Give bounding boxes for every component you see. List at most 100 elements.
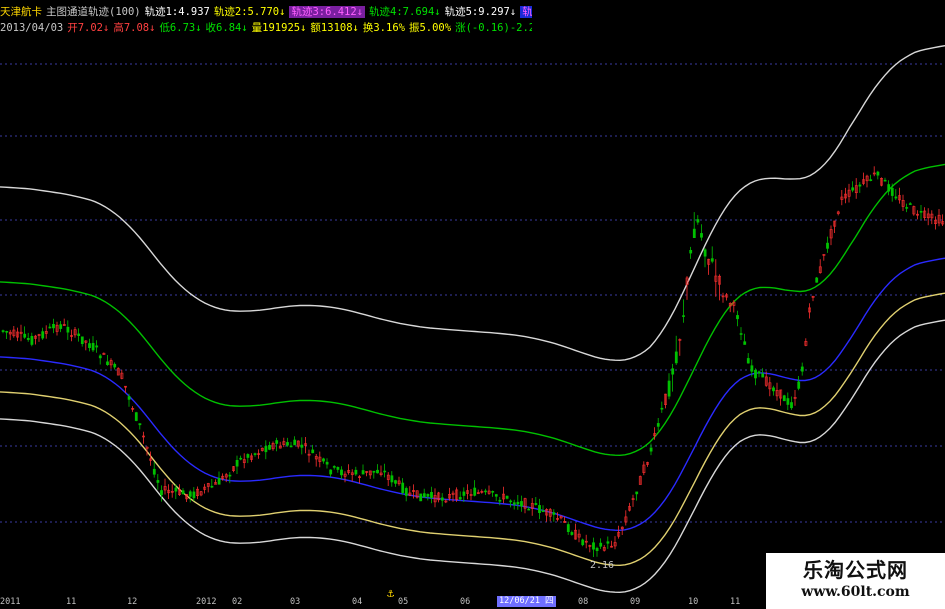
candle-153: [552, 509, 556, 522]
indicator-item-6: 轨迹5:9.297↓: [444, 6, 517, 18]
candle-45: [163, 478, 167, 495]
candle-63: [228, 472, 232, 484]
date-tick-13: 11: [730, 597, 741, 607]
candle-134: [484, 488, 487, 495]
candle-64: [232, 466, 235, 473]
ohlc-item-7: 换3.16%: [362, 22, 405, 34]
candle-4: [16, 327, 19, 342]
candle-112: [404, 486, 408, 502]
candle-245: [883, 177, 887, 182]
candle-127: [458, 491, 462, 501]
candle-11: [41, 327, 45, 340]
candle-59: [214, 479, 217, 485]
candle-255: [919, 205, 923, 220]
candle-173: [624, 510, 628, 526]
candle-58: [210, 479, 214, 489]
candle-139: [502, 486, 505, 504]
candle-225: [811, 295, 815, 302]
price-chart[interactable]: [0, 0, 945, 609]
candle-73: [264, 440, 268, 460]
candle-52: [188, 489, 192, 503]
candle-56: [203, 483, 207, 494]
candle-119: [430, 486, 433, 504]
candle-111: [401, 478, 405, 495]
candle-194: [700, 224, 703, 241]
date-tick-1: 11: [66, 597, 77, 607]
candle-129: [466, 484, 469, 500]
candle-41: [149, 451, 153, 466]
candle-246: [887, 180, 891, 196]
candle-170: [613, 536, 617, 550]
candle-118: [426, 493, 430, 501]
candle-188: [678, 338, 682, 356]
candle-237: [854, 178, 858, 199]
date-tick-0: 2011: [0, 597, 21, 607]
candle-152: [548, 508, 552, 522]
candle-228: [822, 254, 826, 261]
candle-128: [462, 487, 466, 502]
candle-199: [718, 274, 721, 301]
candle-105: [379, 465, 383, 477]
candle-137: [494, 493, 498, 502]
candle-205: [739, 327, 743, 340]
candle-90: [325, 458, 329, 469]
candle-145: [523, 497, 527, 514]
watermark-url: www.60lt.com: [801, 584, 910, 600]
date-tick-10: 08: [578, 597, 589, 607]
candle-221: [797, 376, 801, 391]
date-tick-3: 2012: [196, 597, 217, 607]
candle-31: [113, 362, 117, 370]
indicator-item-1: 主图通道轨迹(100): [46, 6, 141, 18]
candle-23: [84, 340, 88, 351]
candle-10: [37, 333, 41, 342]
candle-226: [815, 277, 819, 283]
candle-47: [170, 484, 174, 498]
watermark: 乐淘公式网 www.60lt.com: [766, 553, 945, 609]
candle-109: [394, 479, 397, 487]
candle-78: [282, 437, 286, 448]
candle-88: [318, 451, 322, 468]
candle-131: [473, 480, 477, 497]
date-tick-5: 03: [290, 597, 301, 607]
candle-250: [901, 194, 905, 211]
candle-42: [152, 462, 156, 478]
candle-144: [520, 495, 523, 512]
candle-70: [253, 452, 257, 457]
indicator-item-2: 轨迹1:4.937: [144, 6, 210, 18]
chart-grid: [0, 63, 945, 523]
candle-50: [181, 488, 185, 495]
candle-224: [808, 303, 811, 319]
date-tick-4: 02: [232, 597, 243, 607]
candle-233: [840, 190, 844, 206]
candle-80: [289, 441, 293, 448]
candle-165: [595, 546, 599, 557]
candle-76: [275, 437, 279, 452]
candle-171: [617, 525, 621, 539]
band-upper-outer: [0, 45, 945, 362]
candle-103: [372, 470, 376, 479]
ohlc-item-8: 振5.00%: [408, 22, 452, 34]
candle-192: [692, 212, 696, 239]
candle-161: [581, 538, 585, 547]
candle-101: [365, 471, 369, 477]
date-tick-8: 06: [460, 597, 471, 607]
candle-195: [703, 248, 707, 268]
candle-106: [383, 463, 387, 478]
candle-136: [491, 490, 495, 497]
indicator-item-0: 天津航卡: [0, 6, 42, 18]
candle-216: [779, 389, 783, 406]
candle-185: [667, 373, 671, 400]
candle-38: [138, 423, 142, 430]
candle-98: [354, 466, 358, 476]
candle-162: [584, 534, 588, 549]
candle-96: [347, 464, 351, 475]
candle-257: [926, 208, 930, 226]
candle-135: [487, 485, 491, 495]
candle-186: [671, 363, 675, 392]
candle-159: [574, 523, 577, 540]
candle-68: [246, 453, 250, 464]
candle-43: [156, 474, 160, 490]
candle-17: [62, 318, 66, 326]
indicator-header: 天津航卡 主图通道轨迹(100) 轨迹1:4.937 轨迹2:5.770↓ 轨迹3:6.…: [0, 4, 532, 20]
band-lower-yellow: [0, 292, 945, 567]
